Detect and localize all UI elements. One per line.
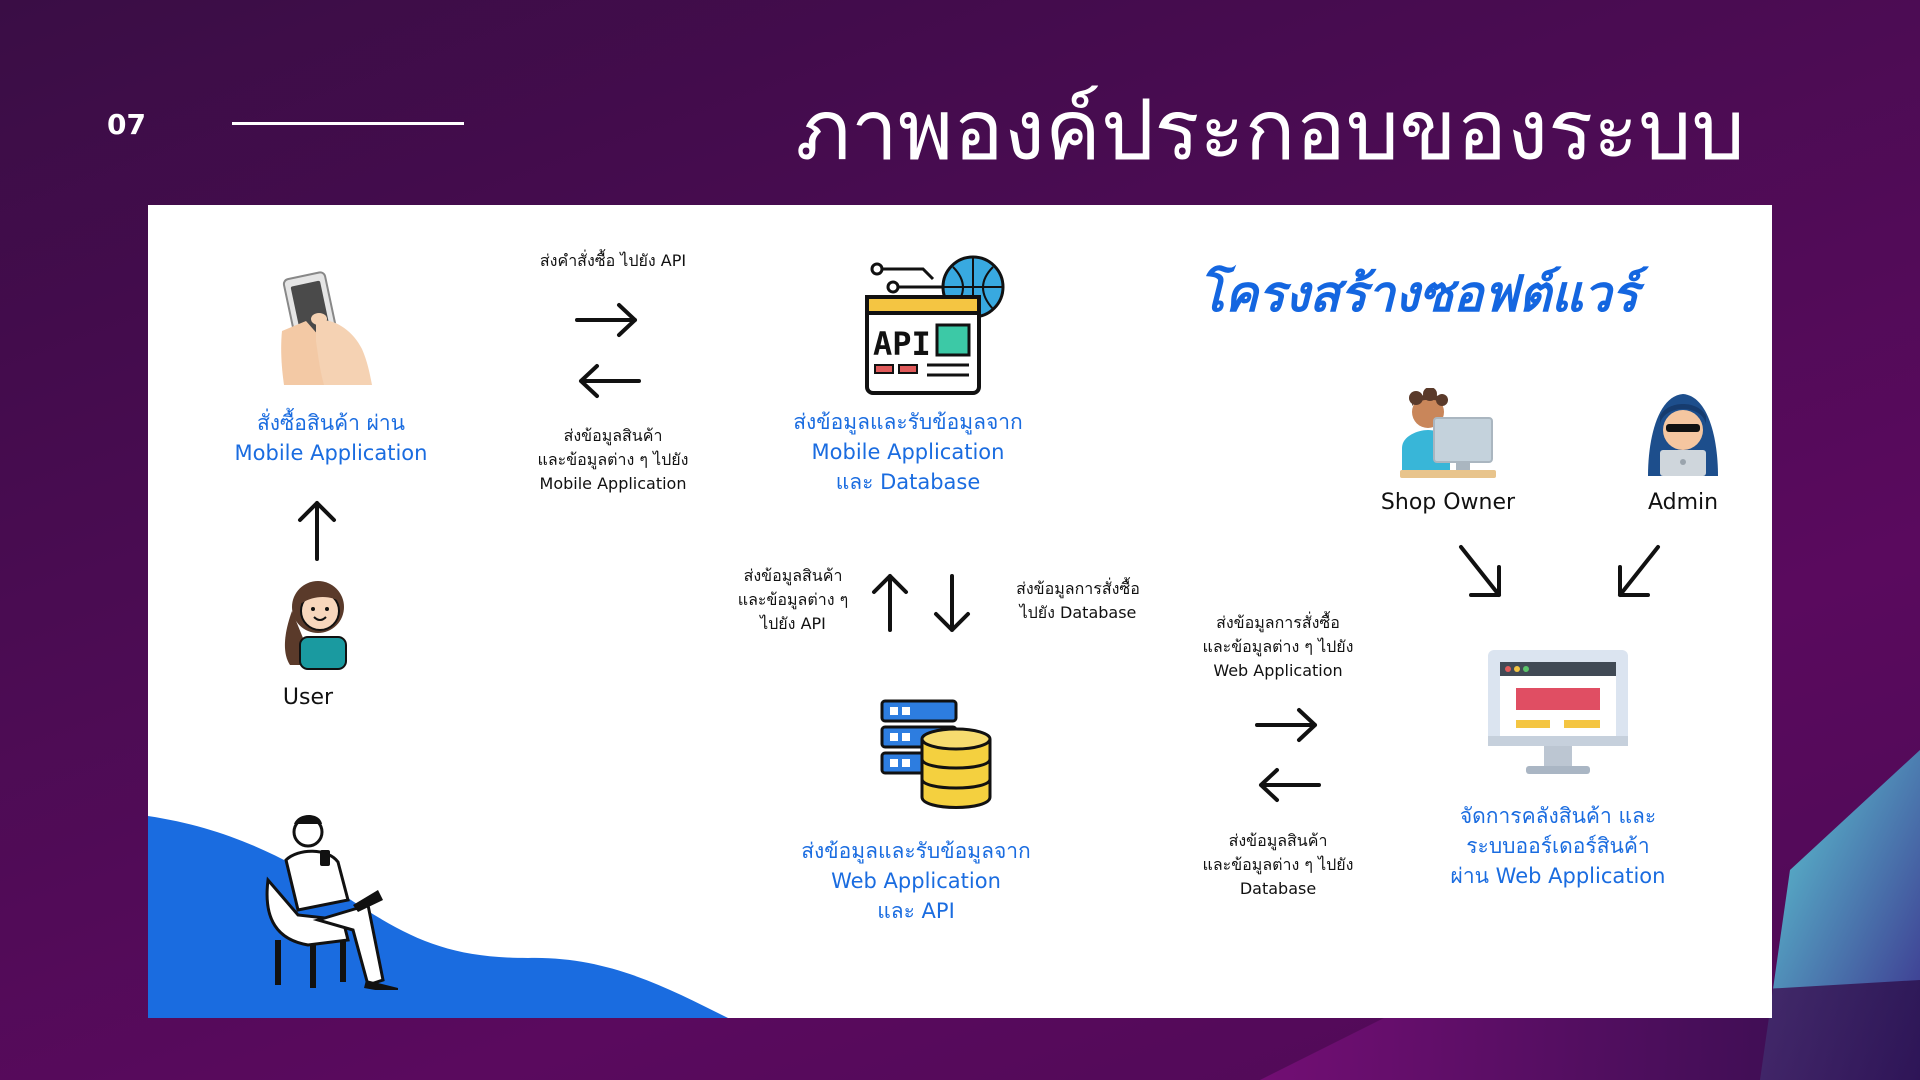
left-arrow-icon <box>1259 768 1321 802</box>
svg-text:API: API <box>873 325 931 363</box>
left-arrow-icon <box>579 364 641 398</box>
hooded-hacker-icon <box>1648 394 1718 476</box>
hand-holding-phone-icon <box>281 271 372 385</box>
blue-wave-shape <box>148 816 728 1018</box>
slide-number: 07 <box>107 108 146 141</box>
right-arrow-icon <box>1255 708 1317 742</box>
down-arrow-icon <box>934 574 970 632</box>
software-structure-heading: โครงสร้างซอฟต์แวร์ <box>1197 265 1639 323</box>
user-label: User <box>282 685 334 710</box>
api-browser-icon: API <box>865 255 1005 395</box>
title-divider <box>232 122 464 125</box>
diagram-panel: สั่งซื้อสินค้า ผ่าน Mobile Application U… <box>148 205 1772 1018</box>
down-left-arrow-icon <box>1618 545 1660 597</box>
woman-avatar-icon <box>284 581 347 670</box>
man-sitting-with-phone-illustration <box>265 815 398 990</box>
admin-label: Admin <box>1647 490 1719 515</box>
down-right-arrow-icon <box>1459 545 1501 597</box>
man-at-computer-icon <box>1400 388 1496 478</box>
flow-web-to-db-label: ส่งข้อมูลสินค้า และข้อมูลต่าง ๆ ไปยัง Da… <box>1202 831 1354 898</box>
database-server-icon <box>880 699 992 809</box>
flow-mobile-to-api-label: ส่งคำสั่งซื้อ ไปยัง API <box>539 251 687 270</box>
flow-db-to-api-label: ส่งข้อมูลสินค้า และข้อมูลต่าง ๆ ไปยัง AP… <box>737 566 849 633</box>
right-arrow-icon <box>575 303 637 337</box>
api-description: ส่งข้อมูลและรับข้อมูลจาก Mobile Applicat… <box>793 410 1023 494</box>
shop-owner-label: Shop Owner <box>1380 490 1516 515</box>
web-monitor-icon <box>1488 650 1628 774</box>
slide-title: ภาพองค์ประกอบของระบบ <box>795 81 1745 179</box>
database-description: ส่งข้อมูลและรับข้อมูลจาก Web Application… <box>801 839 1031 923</box>
flow-api-to-db-label: ส่งข้อมูลการสั่งซื้อ ไปยัง Database <box>1016 579 1140 622</box>
up-arrow-icon <box>298 501 336 561</box>
user-action-label: สั่งซื้อสินค้า ผ่าน Mobile Application <box>234 411 428 465</box>
flow-api-to-mobile-label: ส่งข้อมูลสินค้า และข้อมูลต่าง ๆ ไปยัง Mo… <box>537 426 689 493</box>
web-app-description: จัดการคลังสินค้า และ ระบบออร์เดอร์สินค้า… <box>1450 804 1666 888</box>
up-arrow-icon <box>872 574 908 632</box>
flow-db-to-web-label: ส่งข้อมูลการสั่งซื้อ และข้อมูลต่าง ๆ ไปย… <box>1202 613 1354 680</box>
